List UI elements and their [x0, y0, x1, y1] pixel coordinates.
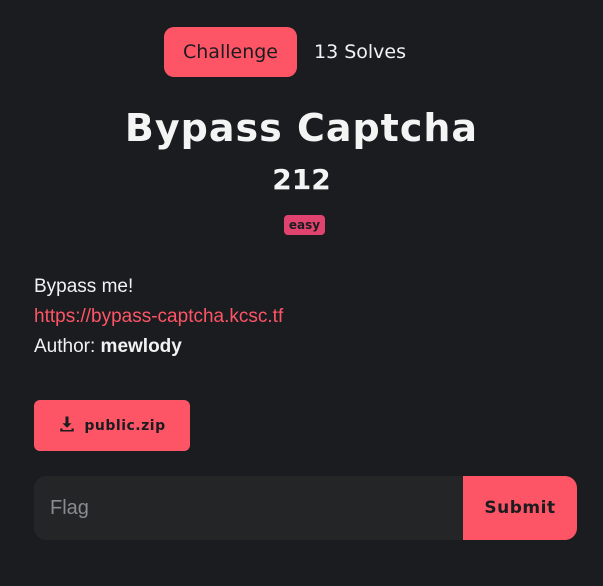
download-icon [58, 415, 76, 437]
challenge-link[interactable]: https://bypass-captcha.kcsc.tf [34, 306, 283, 327]
flag-input[interactable] [34, 476, 463, 540]
download-label: public.zip [84, 417, 166, 434]
download-button[interactable]: public.zip [34, 400, 190, 451]
author-name: mewlody [100, 336, 182, 357]
author-label: Author: [34, 336, 96, 357]
author-line: Author: mewlody [34, 332, 283, 362]
challenge-points: 212 [272, 163, 331, 196]
description-text: Bypass me! [34, 276, 134, 297]
flag-form: Submit [34, 476, 577, 540]
tab-challenge[interactable]: Challenge [164, 27, 297, 77]
badge-container: easy [0, 215, 603, 235]
challenge-title: Bypass Captcha [124, 106, 479, 150]
tab-solves[interactable]: 13 Solves [305, 27, 415, 77]
difficulty-badge: easy [283, 215, 326, 235]
submit-button[interactable]: Submit [463, 476, 577, 540]
challenge-description: Bypass me! https://bypass-captcha.kcsc.t… [34, 272, 283, 362]
challenge-tabs: Challenge 13 Solves [0, 27, 603, 77]
